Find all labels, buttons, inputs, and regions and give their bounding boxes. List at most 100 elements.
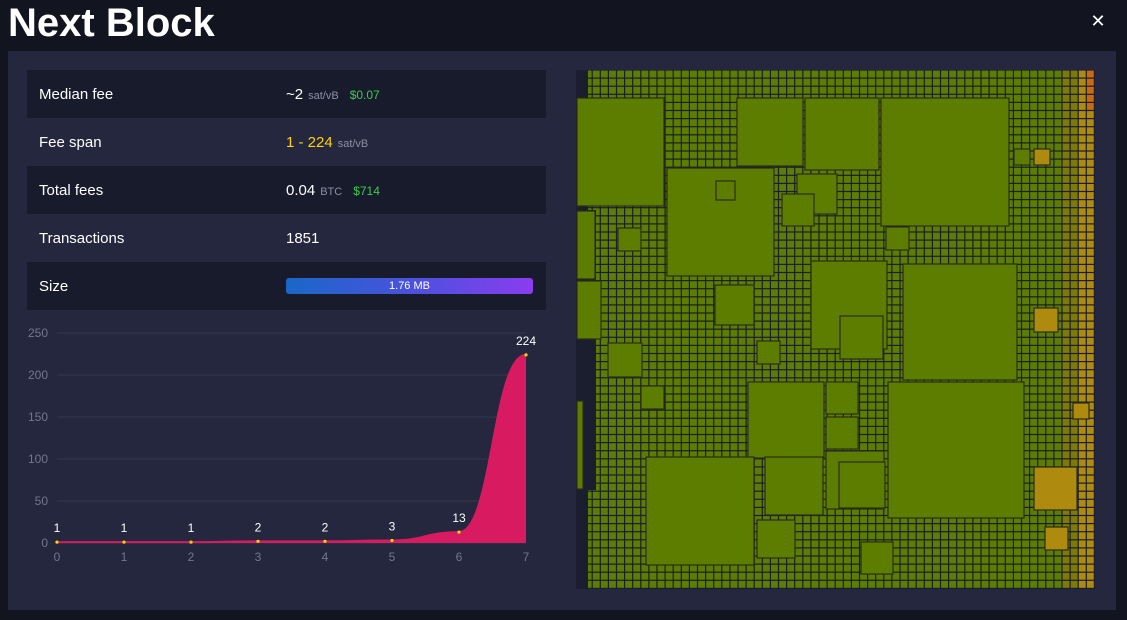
tx-cell[interactable] xyxy=(681,346,689,353)
tx-cell[interactable] xyxy=(852,248,859,256)
tx-cell[interactable] xyxy=(1070,516,1078,523)
tx-cell[interactable] xyxy=(803,265,811,272)
tx-cell[interactable] xyxy=(1038,208,1046,216)
tx-cell[interactable] xyxy=(957,580,965,588)
tx-cell[interactable] xyxy=(600,265,608,272)
tx-cell[interactable] xyxy=(665,70,673,78)
tx-block[interactable] xyxy=(576,400,584,490)
tx-cell[interactable] xyxy=(1038,103,1046,110)
tx-cell[interactable] xyxy=(1038,240,1046,248)
tx-cell[interactable] xyxy=(681,337,689,345)
tx-cell[interactable] xyxy=(1054,297,1062,305)
tx-cell[interactable] xyxy=(1062,208,1070,216)
tx-cell[interactable] xyxy=(1046,103,1054,110)
tx-cell[interactable] xyxy=(665,119,673,127)
tx-cell[interactable] xyxy=(884,354,892,361)
tx-cell[interactable] xyxy=(600,540,608,548)
tx-cell[interactable] xyxy=(600,216,608,224)
tx-cell[interactable] xyxy=(787,232,795,240)
tx-cell[interactable] xyxy=(609,321,616,329)
tx-cell[interactable] xyxy=(762,329,770,337)
tx-cell[interactable] xyxy=(908,86,916,94)
tx-cell[interactable] xyxy=(1046,297,1054,305)
tx-block[interactable] xyxy=(804,97,880,171)
tx-cell[interactable] xyxy=(657,564,665,572)
tx-cell[interactable] xyxy=(665,135,673,143)
tx-cell[interactable] xyxy=(706,103,714,110)
tx-cell[interactable] xyxy=(1078,418,1086,426)
tx-cell[interactable] xyxy=(1086,394,1094,402)
tx-cell[interactable] xyxy=(779,313,786,321)
tx-cell[interactable] xyxy=(681,394,689,402)
tx-cell[interactable] xyxy=(1062,224,1070,232)
tx-cell[interactable] xyxy=(1046,224,1054,232)
tx-cell[interactable] xyxy=(641,572,649,580)
tx-cell[interactable] xyxy=(852,580,859,588)
tx-cell[interactable] xyxy=(965,556,973,564)
tx-cell[interactable] xyxy=(617,305,624,313)
tx-cell[interactable] xyxy=(641,378,649,386)
tx-cell[interactable] xyxy=(625,572,633,580)
tx-cell[interactable] xyxy=(746,564,754,572)
tx-cell[interactable] xyxy=(1005,524,1013,532)
tx-cell[interactable] xyxy=(609,265,616,272)
tx-cell[interactable] xyxy=(1070,556,1078,564)
tx-cell[interactable] xyxy=(714,78,722,86)
tx-cell[interactable] xyxy=(1022,540,1029,548)
tx-cell[interactable] xyxy=(916,232,924,240)
tx-cell[interactable] xyxy=(714,94,722,102)
tx-cell[interactable] xyxy=(860,362,867,370)
tx-cell[interactable] xyxy=(617,564,624,572)
tx-cell[interactable] xyxy=(730,435,738,442)
tx-cell[interactable] xyxy=(1070,580,1078,588)
tx-cell[interactable] xyxy=(698,402,705,410)
tx-cell[interactable] xyxy=(657,240,665,248)
tx-cell[interactable] xyxy=(1070,370,1078,378)
tx-cell[interactable] xyxy=(1005,256,1013,264)
tx-cell[interactable] xyxy=(625,427,633,434)
tx-cell[interactable] xyxy=(1086,200,1094,208)
tx-cell[interactable] xyxy=(892,329,900,337)
tx-cell[interactable] xyxy=(1054,167,1062,175)
tx-cell[interactable] xyxy=(876,386,884,394)
tx-cell[interactable] xyxy=(957,240,965,248)
tx-cell[interactable] xyxy=(1030,337,1038,345)
tx-cell[interactable] xyxy=(1046,410,1054,418)
tx-cell[interactable] xyxy=(860,532,867,540)
tx-cell[interactable] xyxy=(1022,370,1029,378)
tx-cell[interactable] xyxy=(835,370,843,378)
tx-cell[interactable] xyxy=(706,329,714,337)
tx-cell[interactable] xyxy=(1062,427,1070,434)
tx-cell[interactable] xyxy=(787,273,795,280)
tx-cell[interactable] xyxy=(835,524,843,532)
tx-cell[interactable] xyxy=(1054,135,1062,143)
tx-cell[interactable] xyxy=(795,273,803,280)
tx-cell[interactable] xyxy=(900,78,908,86)
tx-cell[interactable] xyxy=(957,564,965,572)
tx-cell[interactable] xyxy=(657,297,665,305)
tx-cell[interactable] xyxy=(787,289,795,297)
tx-cell[interactable] xyxy=(1086,337,1094,345)
tx-cell[interactable] xyxy=(609,394,616,402)
tx-cell[interactable] xyxy=(617,483,624,491)
tx-cell[interactable] xyxy=(933,232,940,240)
tx-cell[interactable] xyxy=(690,362,697,370)
tx-cell[interactable] xyxy=(1038,248,1046,256)
tx-cell[interactable] xyxy=(852,208,859,216)
tx-cell[interactable] xyxy=(633,427,641,434)
tx-cell[interactable] xyxy=(600,362,608,370)
tx-cell[interactable] xyxy=(690,281,697,289)
tx-cell[interactable] xyxy=(1054,337,1062,345)
tx-cell[interactable] xyxy=(1046,362,1054,370)
tx-cell[interactable] xyxy=(714,386,722,394)
tx-cell[interactable] xyxy=(803,78,811,86)
tx-cell[interactable] xyxy=(600,435,608,442)
tx-cell[interactable] xyxy=(803,273,811,280)
tx-cell[interactable] xyxy=(609,491,616,499)
tx-cell[interactable] xyxy=(1038,281,1046,289)
tx-cell[interactable] xyxy=(973,248,981,256)
tx-cell[interactable] xyxy=(617,427,624,434)
tx-cell[interactable] xyxy=(714,86,722,94)
tx-cell[interactable] xyxy=(609,216,616,224)
tx-cell[interactable] xyxy=(722,378,730,386)
